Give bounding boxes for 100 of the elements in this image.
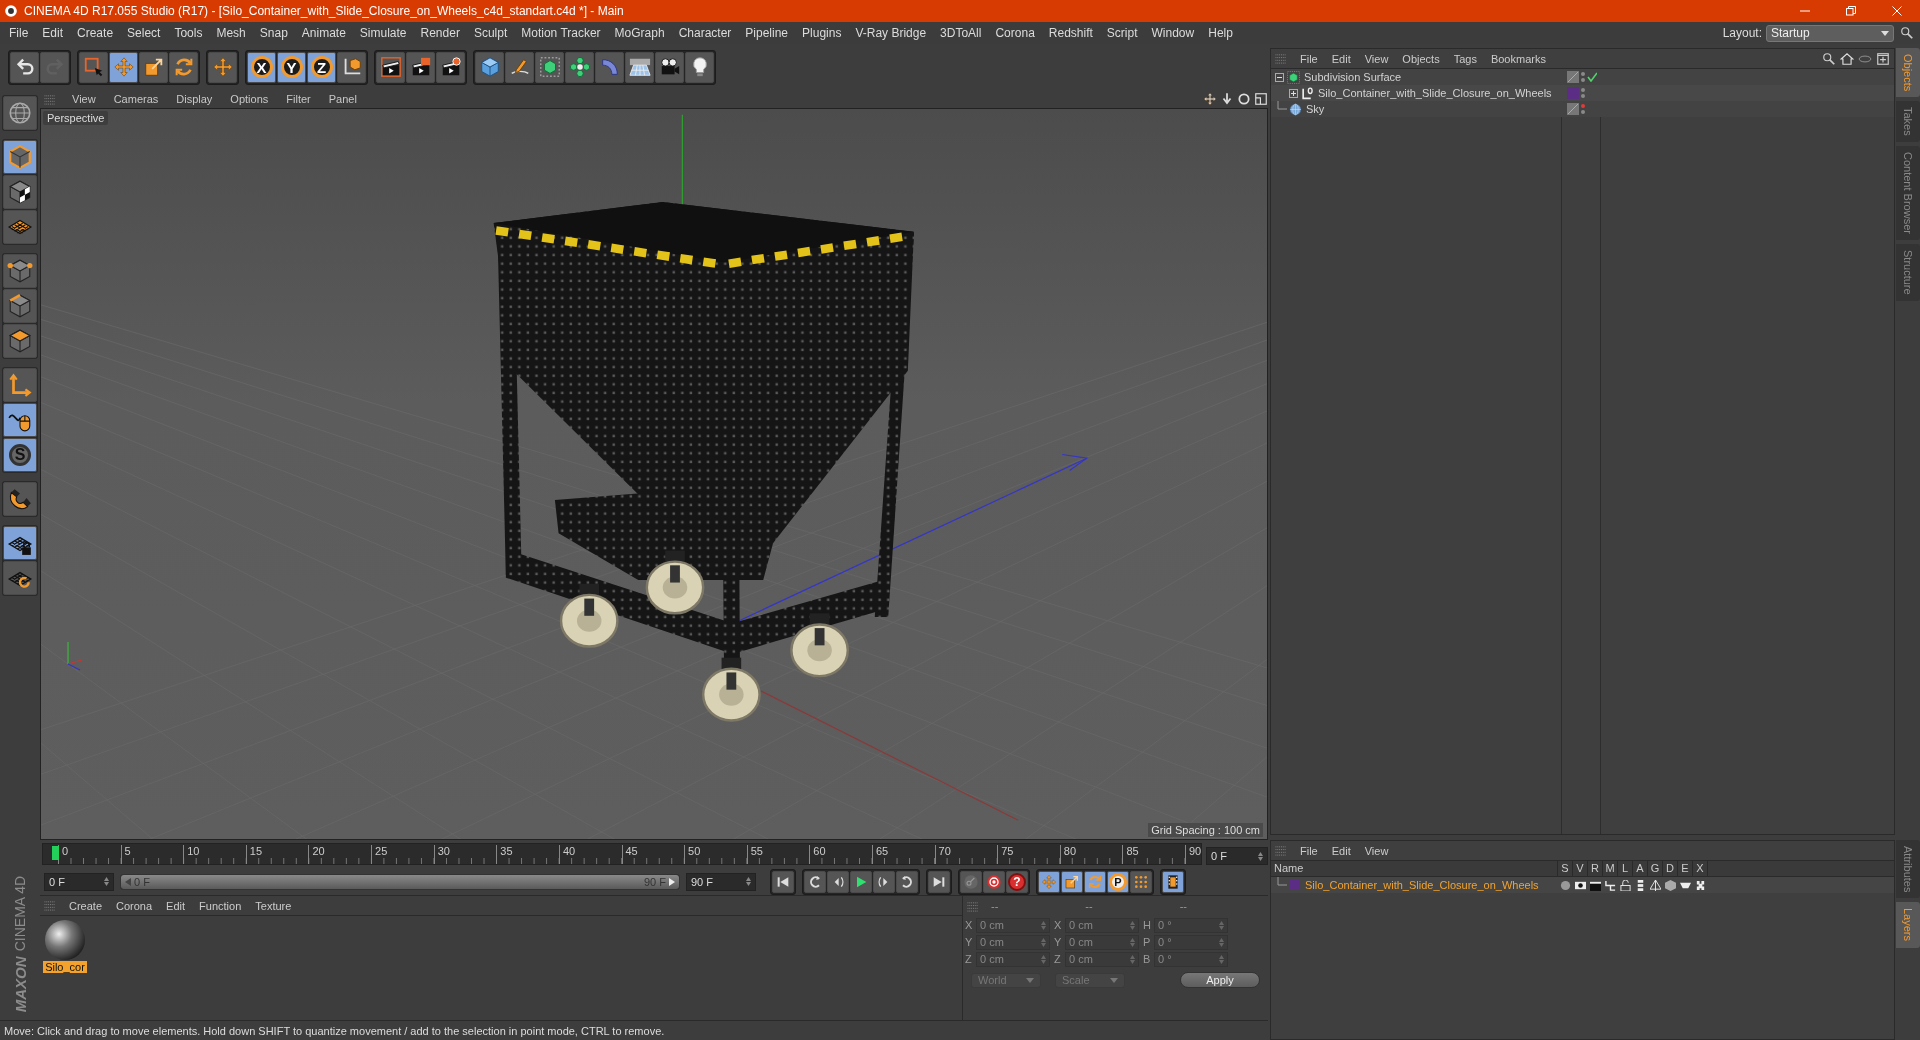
coord-button[interactable] xyxy=(337,51,366,83)
camera-label[interactable]: Perspective xyxy=(43,111,109,125)
polygons-button[interactable] xyxy=(3,324,37,358)
lock-icon[interactable] xyxy=(1620,879,1631,891)
menu-item[interactable]: Simulate xyxy=(352,24,414,42)
menu-item[interactable]: Motion Tracker xyxy=(514,24,608,42)
playhead-handle[interactable] xyxy=(52,846,59,860)
help-button[interactable]: ? xyxy=(1006,870,1028,893)
clapperboard-icon[interactable] xyxy=(1590,879,1601,891)
undo-button[interactable] xyxy=(10,51,39,83)
check-icon[interactable] xyxy=(1587,72,1597,82)
move-icon[interactable] xyxy=(1203,92,1217,106)
light-button[interactable] xyxy=(685,51,714,83)
menu-item[interactable]: Plugins xyxy=(795,24,849,42)
move-button[interactable] xyxy=(1038,870,1060,893)
column-header[interactable]: Name xyxy=(1271,861,1558,876)
menu-item[interactable]: MoGraph xyxy=(607,24,672,42)
visibility-dots[interactable] xyxy=(1581,104,1585,114)
scale-button[interactable] xyxy=(1061,870,1083,893)
model-button[interactable] xyxy=(3,140,37,174)
renderview-button[interactable] xyxy=(376,51,405,83)
column-header[interactable]: S xyxy=(1558,861,1573,876)
object-row[interactable]: Subdivision Surface xyxy=(1271,69,1894,85)
menu-item[interactable]: View xyxy=(64,92,104,106)
add-panel-icon[interactable] xyxy=(1876,51,1890,66)
menu-item[interactable]: Panel xyxy=(320,92,365,106)
scale-button[interactable] xyxy=(139,51,168,83)
stepfwd-button[interactable] xyxy=(873,870,895,893)
dotgrid-button[interactable] xyxy=(1130,870,1152,893)
menu-item[interactable]: Objects xyxy=(1395,51,1447,66)
menu-item[interactable]: Create xyxy=(70,24,121,42)
menu-item[interactable]: V-Ray Bridge xyxy=(848,24,934,42)
panel-tab[interactable]: Content Browser xyxy=(1896,146,1920,240)
gridrotate-button[interactable] xyxy=(3,561,37,595)
menu-item[interactable]: Script xyxy=(1099,24,1145,42)
move-button[interactable] xyxy=(208,51,237,83)
menu-item[interactable]: Redshift xyxy=(1041,24,1100,42)
gridlock-button[interactable] xyxy=(3,526,37,560)
globe-button[interactable] xyxy=(3,96,37,130)
visibility-dots[interactable] xyxy=(1581,72,1585,82)
cloner-button[interactable] xyxy=(565,51,594,83)
material-preview[interactable] xyxy=(45,920,85,960)
key-button[interactable] xyxy=(960,870,982,893)
skipstart-button[interactable] xyxy=(772,870,794,893)
pen-button[interactable] xyxy=(505,51,534,83)
menu-item[interactable]: Display xyxy=(168,92,221,106)
menu-item[interactable]: File xyxy=(1293,843,1325,858)
select-button[interactable] xyxy=(79,51,108,83)
menu-item[interactable]: Corona xyxy=(988,24,1042,42)
menu-item[interactable]: Edit xyxy=(159,898,193,913)
menu-item[interactable]: Create xyxy=(62,898,110,913)
render-button[interactable] xyxy=(406,51,435,83)
menu-item[interactable]: Edit xyxy=(1324,51,1358,66)
hierarchy-icon[interactable] xyxy=(1605,879,1616,891)
column-header[interactable]: L xyxy=(1618,861,1633,876)
deformer-button[interactable] xyxy=(595,51,624,83)
menu-item[interactable]: Filter xyxy=(278,92,319,106)
menu-item[interactable]: Sculpt xyxy=(466,24,515,42)
menu-item[interactable]: Corona xyxy=(109,898,160,913)
edges-button[interactable] xyxy=(3,289,37,323)
menu-item[interactable]: Snap xyxy=(252,24,295,42)
menu-item[interactable]: Select xyxy=(120,24,168,42)
end-frame-field[interactable]: 90 F xyxy=(686,872,756,891)
column-header[interactable]: V xyxy=(1573,861,1588,876)
viewport[interactable]: Perspective Grid Spacing : 100 cm xyxy=(40,108,1268,840)
search-icon[interactable] xyxy=(1822,51,1836,66)
menu-item[interactable]: Function xyxy=(192,898,249,913)
keyfwd-button[interactable] xyxy=(896,870,918,893)
menu-item[interactable]: Cameras xyxy=(105,92,167,106)
menu-item[interactable]: Texture xyxy=(248,898,299,913)
column-header[interactable]: A xyxy=(1633,861,1648,876)
film-button[interactable] xyxy=(1162,870,1184,893)
axis-button[interactable]: X xyxy=(247,51,276,83)
panel-tab[interactable]: Structure xyxy=(1896,244,1920,301)
subdivision-button[interactable] xyxy=(535,51,564,83)
menu-item[interactable]: Render xyxy=(413,24,467,42)
menu-item[interactable]: Pipeline xyxy=(738,24,796,42)
layer-row[interactable]: Silo_Container_with_Slide_Closure_on_Wheels xyxy=(1271,877,1894,893)
column-header[interactable]: X xyxy=(1693,861,1708,876)
menu-item[interactable]: Animate xyxy=(294,24,353,42)
object-row[interactable]: Sky xyxy=(1271,101,1894,117)
texture-button[interactable] xyxy=(3,175,37,209)
column-header[interactable]: R xyxy=(1588,861,1603,876)
skipend-button[interactable] xyxy=(928,870,950,893)
menu-item[interactable]: Edit xyxy=(35,24,71,42)
axis-button[interactable]: Y xyxy=(277,51,306,83)
keyback-button[interactable] xyxy=(804,870,826,893)
tweak-button[interactable] xyxy=(3,403,37,437)
menu-item[interactable]: 3DToAll xyxy=(933,24,989,42)
menu-item[interactable]: Character xyxy=(671,24,739,42)
cube-button[interactable] xyxy=(475,51,504,83)
rotate-button[interactable] xyxy=(169,51,198,83)
timeline-ruler[interactable]: 0 5 10 15 20 25 30 35 40 45 50 55 60 65 70 75 80 85 90 xyxy=(42,843,1202,865)
rotate-button[interactable] xyxy=(1084,870,1106,893)
menu-item[interactable]: View xyxy=(1357,51,1396,66)
column-header[interactable]: E xyxy=(1678,861,1693,876)
column-header[interactable]: D xyxy=(1663,861,1678,876)
workplane-button[interactable] xyxy=(3,210,37,244)
menu-item[interactable]: Window xyxy=(1144,24,1202,42)
menu-item[interactable]: File xyxy=(2,24,36,42)
